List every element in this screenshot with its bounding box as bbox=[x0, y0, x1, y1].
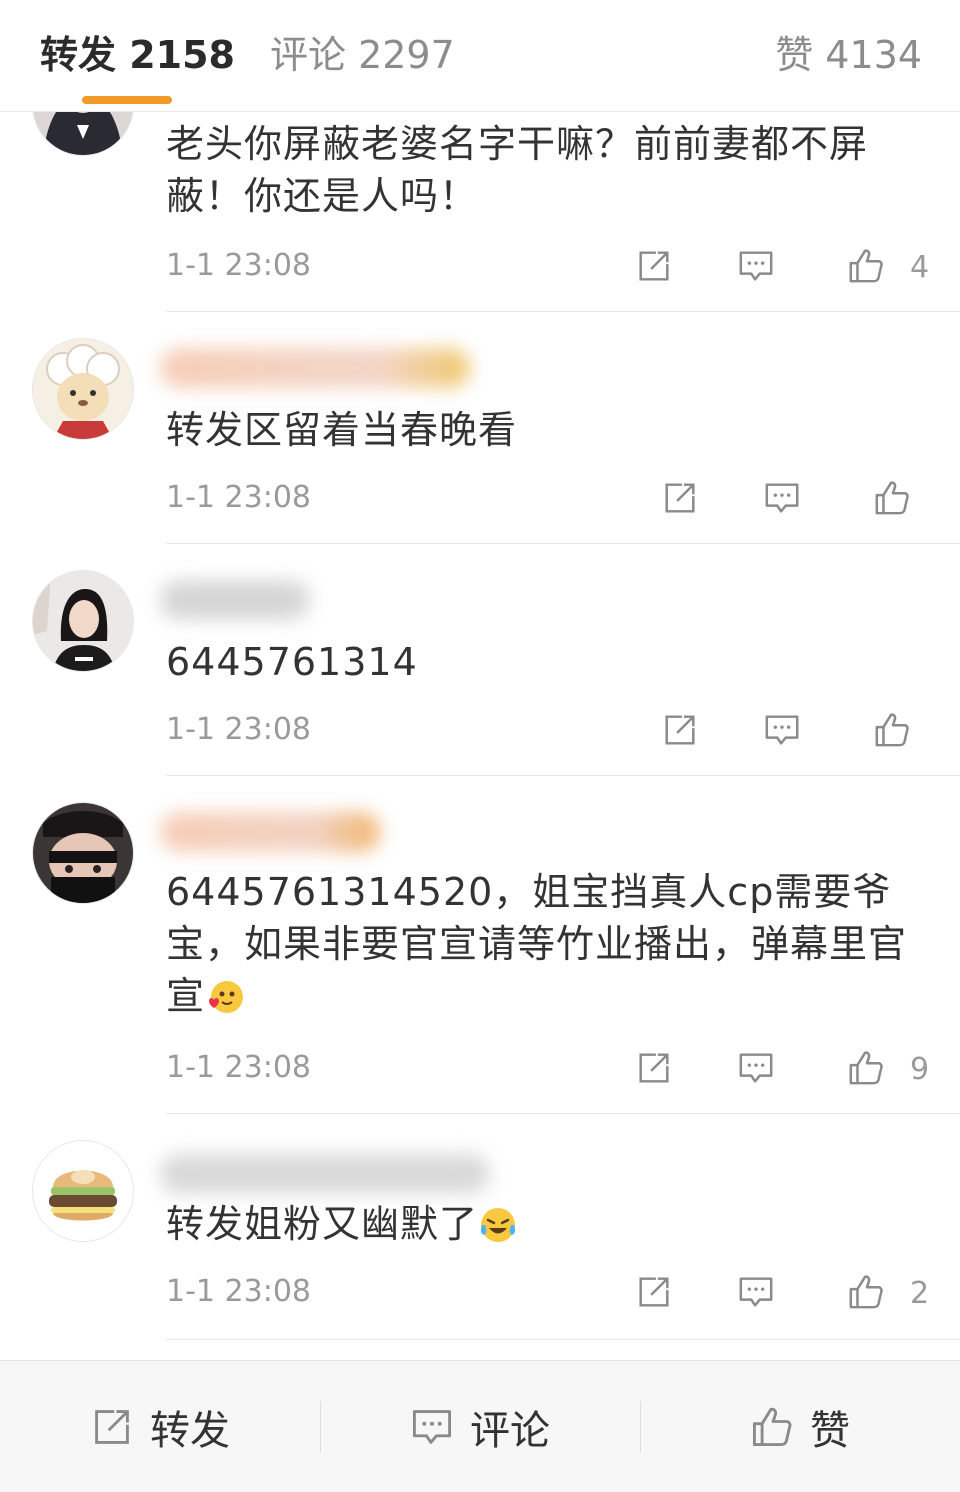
nickname-blurred bbox=[160, 1154, 490, 1194]
post-time: 1-1 23:08 bbox=[166, 1050, 311, 1085]
like-button-label: 赞 bbox=[810, 1408, 850, 1454]
post-text: 老头你屏蔽老婆名字干嘛？前前妻都不屏蔽！你还是人吗！ bbox=[166, 122, 869, 218]
post-time: 1-1 23:08 bbox=[166, 248, 311, 283]
list-item: 6445761314520，姐宝挡真人cp需要爷宝，如果非要官宣请等竹业播出，弹… bbox=[0, 776, 960, 1114]
list-item: 转发区留着当春晚看 1-1 23:08 bbox=[0, 312, 960, 544]
nickname-blurred bbox=[160, 580, 310, 620]
tab-bar: 转发 2158 评论 2297 赞 4134 bbox=[0, 0, 960, 112]
like-count: 2 bbox=[910, 1276, 930, 1311]
repost-button[interactable]: 转发 bbox=[0, 1361, 320, 1492]
comment-icon[interactable] bbox=[736, 1048, 776, 1088]
active-tab-indicator bbox=[82, 96, 172, 104]
comment-button-label: 评论 bbox=[470, 1408, 550, 1454]
post-text: 转发区留着当春晚看 bbox=[166, 408, 518, 452]
post-text: 6445761314 bbox=[166, 640, 418, 684]
post-text: 6445761314520，姐宝挡真人cp需要爷宝，如果非要官宣请等竹业播出，弹… bbox=[166, 870, 908, 1018]
thumbs-up-icon[interactable] bbox=[846, 1272, 886, 1312]
tab-repost[interactable]: 转发 2158 bbox=[40, 30, 235, 80]
thumbs-up-icon[interactable] bbox=[846, 246, 886, 286]
smile-hearts-emoji bbox=[209, 981, 244, 1013]
post-time: 1-1 23:08 bbox=[166, 1274, 311, 1309]
share-icon[interactable] bbox=[634, 1048, 674, 1088]
nickname-blurred bbox=[160, 812, 380, 852]
comment-icon[interactable] bbox=[762, 478, 802, 518]
thumbs-up-icon[interactable] bbox=[846, 1048, 886, 1088]
like-count: 9 bbox=[910, 1052, 930, 1087]
thumbs-up-icon bbox=[750, 1405, 794, 1449]
post-time: 1-1 23:08 bbox=[166, 712, 311, 747]
avatar[interactable] bbox=[32, 802, 134, 904]
repost-button-label: 转发 bbox=[150, 1408, 230, 1454]
list-item: 转发姐粉又幽默了 1-1 23:08 2 bbox=[0, 1114, 960, 1340]
comment-icon[interactable] bbox=[762, 710, 802, 750]
post-text: 转发姐粉又幽默了 bbox=[166, 1198, 936, 1250]
share-icon[interactable] bbox=[634, 246, 674, 286]
post-time: 1-1 23:08 bbox=[166, 480, 311, 515]
comment-icon[interactable] bbox=[736, 246, 776, 286]
comment-icon[interactable] bbox=[736, 1272, 776, 1312]
thumbs-up-icon[interactable] bbox=[872, 478, 912, 518]
tab-like[interactable]: 赞 4134 bbox=[775, 30, 922, 80]
share-icon[interactable] bbox=[660, 478, 700, 518]
avatar[interactable] bbox=[32, 1140, 134, 1242]
comment-icon bbox=[410, 1405, 454, 1449]
list-item: 6445761314 1-1 23:08 bbox=[0, 544, 960, 776]
thumbs-up-icon[interactable] bbox=[872, 710, 912, 750]
nickname-blurred bbox=[160, 348, 470, 388]
share-icon[interactable] bbox=[634, 1272, 674, 1312]
share-icon bbox=[90, 1405, 134, 1449]
avatar[interactable] bbox=[32, 570, 134, 672]
bottom-action-bar: 转发 评论 赞 bbox=[0, 1360, 960, 1492]
tab-comment[interactable]: 评论 2297 bbox=[270, 30, 455, 80]
comment-button[interactable]: 评论 bbox=[320, 1361, 640, 1492]
avatar[interactable] bbox=[32, 338, 134, 440]
share-icon[interactable] bbox=[660, 710, 700, 750]
laugh-cry-emoji bbox=[480, 1208, 516, 1242]
like-count: 4 bbox=[910, 250, 930, 285]
divider bbox=[166, 1339, 960, 1340]
like-button[interactable]: 赞 bbox=[640, 1361, 960, 1492]
repost-list: 老头你屏蔽老婆名字干嘛？前前妻都不屏蔽！你还是人吗！ 1-1 23:08 4 转… bbox=[0, 0, 960, 1360]
